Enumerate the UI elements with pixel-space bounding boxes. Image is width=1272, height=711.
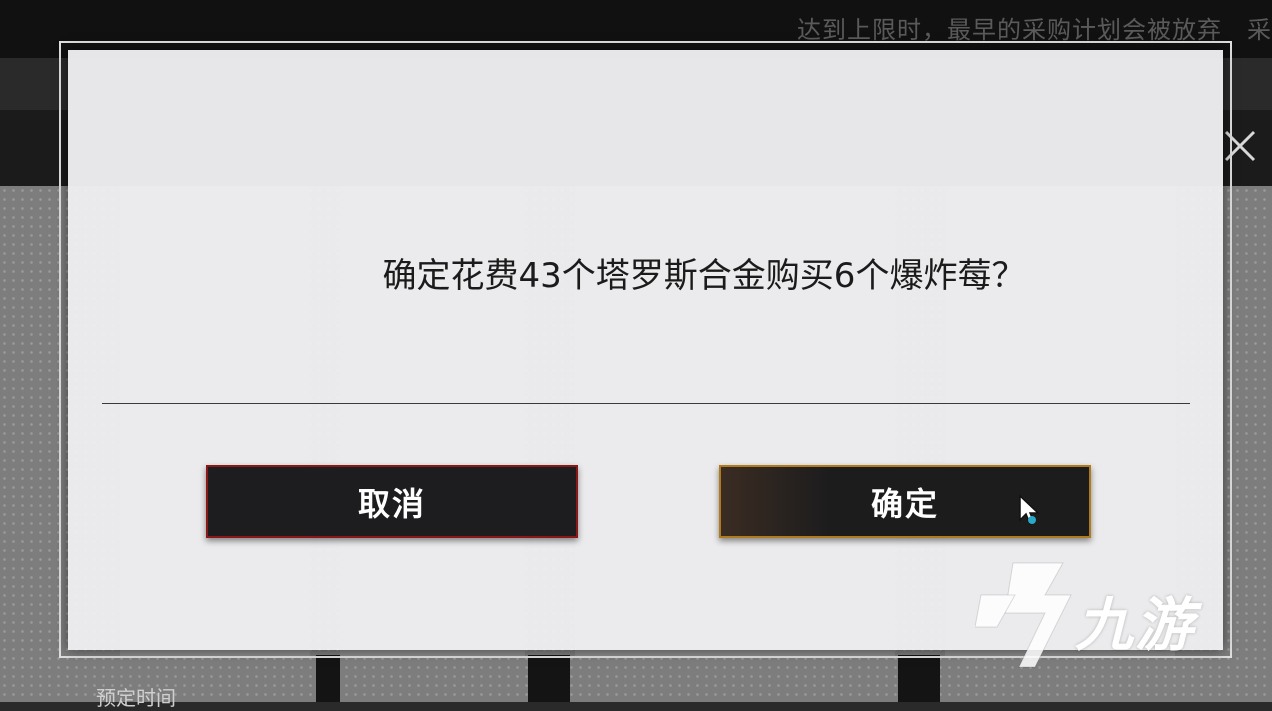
background-divider-post (316, 655, 340, 702)
cancel-button-label: 取消 (357, 484, 426, 523)
confirm-button-label: 确定 (870, 484, 939, 523)
watermark-text: 九游 (1075, 591, 1196, 659)
dialog-message: 确定花费43个塔罗斯合金购买6个爆炸莓？ (382, 256, 1026, 296)
mouse-cursor-icon (1019, 494, 1040, 526)
reservation-time-label: 预定时间 (96, 686, 176, 710)
purchase-limit-notice: 达到上限时，最早的采购计划会被放弃 采 (797, 16, 1272, 44)
dialog-divider (102, 403, 1190, 404)
cancel-button[interactable]: 取消 (206, 465, 578, 538)
background-divider-post (528, 655, 570, 702)
background-divider-post (898, 655, 940, 702)
